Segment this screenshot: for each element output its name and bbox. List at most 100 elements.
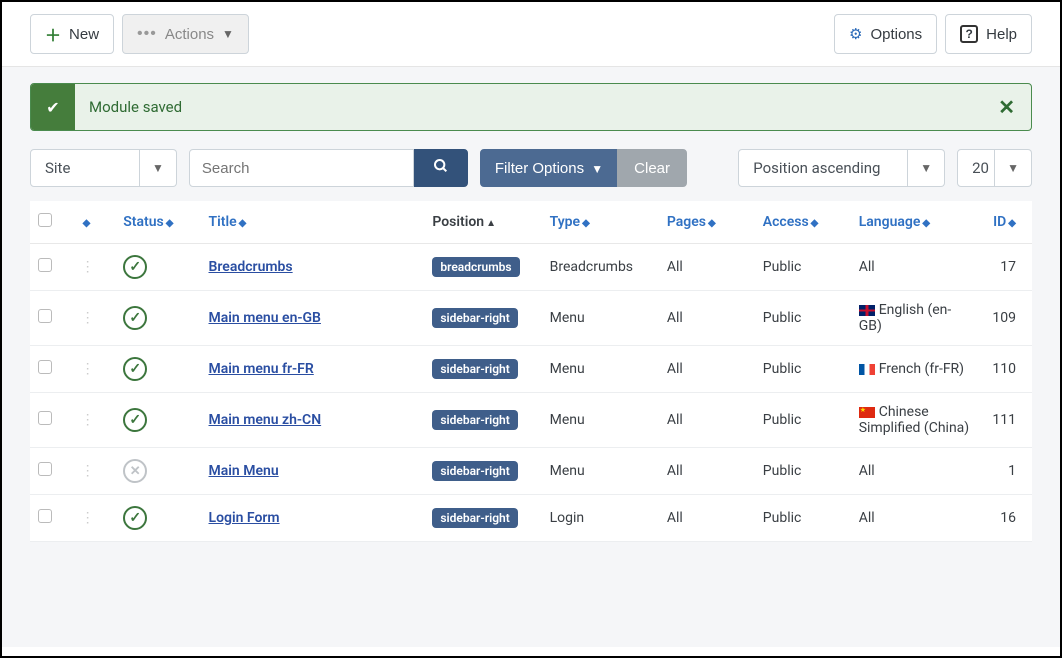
pages-header[interactable]: Pages◆	[659, 201, 755, 244]
status-published-icon[interactable]: ✓	[123, 255, 147, 279]
table-row: ⋮ ✓ Main menu en-GB sidebar-right MenuAllPub…	[30, 291, 1032, 346]
search-button[interactable]	[414, 149, 468, 187]
flag-icon	[859, 364, 875, 375]
filter-bar: Site ▼ Filter Options ▼ Clear Position a…	[30, 149, 1032, 187]
flag-icon	[859, 407, 875, 418]
position-badge: sidebar-right	[432, 359, 517, 379]
module-title-link[interactable]: Login Form	[209, 510, 280, 526]
checkbox-all[interactable]	[38, 213, 52, 227]
drag-handle-icon[interactable]: ⋮	[81, 412, 95, 428]
position-badge: sidebar-right	[432, 410, 517, 430]
position-badge: sidebar-right	[432, 308, 517, 328]
checkbox-row[interactable]	[38, 309, 52, 323]
type-cell: Menu	[542, 393, 659, 448]
new-button[interactable]: ＋ New	[30, 14, 114, 54]
language-cell: All	[851, 244, 979, 291]
actions-label: Actions	[165, 26, 214, 43]
status-header[interactable]: Status◆	[115, 201, 200, 244]
pages-cell: All	[659, 291, 755, 346]
sort-order-header[interactable]: ◆	[73, 201, 116, 244]
alert-message: Module saved	[75, 98, 982, 116]
clear-button[interactable]: Clear	[617, 149, 687, 187]
drag-handle-icon[interactable]: ⋮	[81, 259, 95, 275]
modules-table: ◆ Status◆ Title◆ Position▲ Type◆ Pages◆ …	[30, 201, 1032, 542]
help-button[interactable]: ? Help	[945, 14, 1032, 54]
table-row: ⋮✕Main Menusidebar-rightMenuAllPublicAll…	[30, 448, 1032, 495]
drag-handle-icon[interactable]: ⋮	[81, 463, 95, 479]
drag-handle-icon[interactable]: ⋮	[81, 510, 95, 526]
sort-icon: ◆	[922, 218, 930, 229]
filter-options-button[interactable]: Filter Options ▼	[480, 149, 618, 187]
chevron-down-icon: ▼	[140, 149, 177, 187]
sort-icon: ◆	[582, 218, 590, 229]
module-title-link[interactable]: Breadcrumbs	[209, 259, 293, 275]
title-header[interactable]: Title◆	[201, 201, 425, 244]
checkbox-row[interactable]	[38, 411, 52, 425]
chevron-down-icon: ▼	[908, 149, 945, 187]
sort-select[interactable]: Position ascending ▼	[738, 149, 945, 187]
position-badge: sidebar-right	[432, 508, 517, 528]
drag-handle-icon[interactable]: ⋮	[81, 361, 95, 377]
access-header[interactable]: Access◆	[755, 201, 851, 244]
module-title-link[interactable]: Main menu fr-FR	[209, 361, 314, 377]
status-published-icon[interactable]: ✓	[123, 408, 147, 432]
type-header[interactable]: Type◆	[542, 201, 659, 244]
gear-icon: ⚙	[849, 25, 862, 43]
check-circle-icon: ✔	[31, 84, 75, 130]
help-label: Help	[986, 26, 1017, 43]
access-cell: Public	[755, 244, 851, 291]
access-cell: Public	[755, 291, 851, 346]
chevron-down-icon: ▼	[995, 149, 1032, 187]
access-cell: Public	[755, 346, 851, 393]
checkbox-row[interactable]	[38, 258, 52, 272]
id-cell: 17	[979, 244, 1032, 291]
table-row: ⋮ ✓ Main menu zh-CN sidebar-right MenuAllPub…	[30, 393, 1032, 448]
status-unpublished-icon[interactable]: ✕	[123, 459, 147, 483]
options-button[interactable]: ⚙ Options	[834, 14, 937, 54]
language-header[interactable]: Language◆	[851, 201, 979, 244]
module-title-link[interactable]: Main Menu	[209, 463, 279, 479]
sort-icon: ◆	[811, 218, 819, 229]
type-cell: Menu	[542, 291, 659, 346]
position-header[interactable]: Position▲	[424, 201, 541, 244]
actions-button[interactable]: ••• Actions ▼	[122, 14, 249, 54]
position-badge: breadcrumbs	[432, 257, 519, 277]
position-badge: sidebar-right	[432, 461, 517, 481]
pages-cell: All	[659, 393, 755, 448]
flag-icon	[859, 305, 875, 316]
language-cell: English (en-GB)	[851, 291, 979, 346]
filter-options-label: Filter Options	[495, 160, 584, 177]
type-cell: Breadcrumbs	[542, 244, 659, 291]
id-header[interactable]: ID◆	[979, 201, 1032, 244]
close-icon[interactable]: ✕	[982, 95, 1031, 119]
checkbox-row[interactable]	[38, 462, 52, 476]
drag-handle-icon[interactable]: ⋮	[81, 310, 95, 326]
checkbox-row[interactable]	[38, 360, 52, 374]
id-cell: 110	[979, 346, 1032, 393]
dots-icon: •••	[137, 25, 157, 43]
sort-icon: ◆	[83, 218, 91, 229]
id-cell: 111	[979, 393, 1032, 448]
status-published-icon[interactable]: ✓	[123, 306, 147, 330]
status-published-icon[interactable]: ✓	[123, 357, 147, 381]
language-cell: All	[851, 448, 979, 495]
module-title-link[interactable]: Main menu en-GB	[209, 310, 321, 326]
chevron-down-icon: ▼	[591, 162, 603, 176]
limit-select[interactable]: 20 ▼	[957, 149, 1032, 187]
limit-select-value: 20	[957, 149, 995, 187]
plus-icon: ＋	[45, 22, 61, 46]
access-cell: Public	[755, 495, 851, 542]
module-title-link[interactable]: Main menu zh-CN	[209, 412, 322, 428]
search-input[interactable]	[189, 149, 414, 187]
status-published-icon[interactable]: ✓	[123, 506, 147, 530]
access-cell: Public	[755, 393, 851, 448]
sort-icon: ◆	[1008, 218, 1016, 229]
type-cell: Menu	[542, 346, 659, 393]
site-select[interactable]: Site ▼	[30, 149, 177, 187]
pages-cell: All	[659, 448, 755, 495]
table-row: ⋮✓Main menu fr-FRsidebar-rightMenuAllPub…	[30, 346, 1032, 393]
id-cell: 1	[979, 448, 1032, 495]
id-cell: 16	[979, 495, 1032, 542]
checkbox-row[interactable]	[38, 509, 52, 523]
language-cell: French (fr-FR)	[851, 346, 979, 393]
